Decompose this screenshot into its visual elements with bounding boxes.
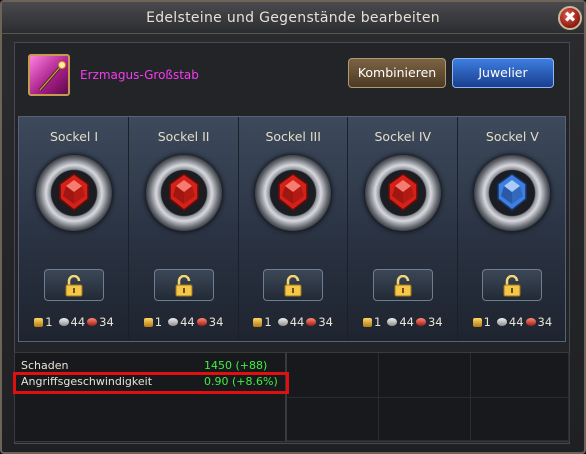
grid-cell (379, 353, 471, 398)
unlock-button[interactable] (44, 269, 104, 301)
ore-count: 44 (180, 315, 195, 329)
socket-label: Sockel IV (374, 129, 432, 144)
ruby-icon (306, 318, 317, 326)
cost-row: 1 44 34 (348, 313, 458, 331)
item-row: Erzmagus-Großstab Kombinieren Juwelier (14, 44, 570, 106)
coin-icon (34, 317, 44, 327)
ore-icon (58, 318, 69, 326)
grid-cell (471, 398, 569, 441)
ore-icon (168, 318, 179, 326)
unlock-icon (394, 275, 412, 297)
cost-row: 1 44 34 (19, 313, 129, 331)
ore-count: 44 (289, 315, 305, 329)
ruby-count: 34 (537, 315, 553, 329)
ore-count: 44 (508, 315, 524, 329)
socket-4: Sockel IV 1 44 34 (348, 117, 458, 341)
close-button[interactable]: ✖ (558, 6, 582, 30)
unlock-button[interactable] (482, 269, 543, 301)
ruby-icon (525, 318, 536, 326)
coin-icon (253, 317, 263, 327)
socket-label: Sockel I (49, 129, 99, 144)
ruby-count: 34 (318, 315, 333, 329)
coin-icon (472, 317, 482, 327)
ore-count: 44 (70, 315, 86, 329)
gem-icon (278, 173, 308, 211)
unlock-button[interactable] (372, 269, 433, 301)
stat-value: 1450 (+88) (204, 359, 268, 372)
unlock-icon (284, 275, 302, 297)
ruby-icon (196, 318, 207, 326)
highlight-box (13, 372, 289, 394)
gem-icon (497, 173, 528, 211)
ore-icon (387, 318, 398, 326)
ruby-count: 34 (99, 315, 114, 329)
staff-icon[interactable] (28, 54, 70, 96)
grid-cell (379, 398, 471, 441)
coin-count: 1 (45, 315, 53, 329)
socket-slot[interactable] (36, 155, 112, 231)
coin-icon (143, 317, 153, 327)
ore-icon (496, 318, 507, 326)
ruby-count: 34 (427, 315, 443, 329)
ruby-icon (415, 318, 426, 326)
unlock-icon (503, 275, 521, 297)
socket-3: Sockel III 1 44 34 (238, 117, 349, 341)
stat-name: Schaden (21, 359, 69, 372)
ruby-icon (87, 318, 98, 326)
socket-label: Sockel III (265, 129, 321, 144)
coin-count: 1 (154, 315, 163, 329)
ore-count: 44 (399, 315, 414, 329)
gem-icon (168, 173, 199, 211)
grid-cell (287, 353, 379, 398)
socket-label: Sockel V (485, 129, 539, 144)
socket-5: Sockel V 1 44 34 (457, 117, 567, 341)
sockets-panel: Sockel I 1 44 34 Sockel II 1 44 34 Sockel III 1 44… (18, 116, 566, 342)
socket-2: Sockel II 1 44 34 (129, 117, 239, 341)
cost-row: 1 44 34 (129, 313, 239, 331)
unlock-icon (175, 275, 193, 297)
gem-icon (388, 173, 418, 211)
window-title: Edelsteine und Gegenstände bearbeiten (2, 2, 584, 34)
cost-row: 1 44 34 (238, 313, 348, 331)
coin-count: 1 (483, 315, 491, 329)
socket-label: Sockel II (157, 129, 210, 144)
grid-cell (287, 398, 379, 441)
socket-slot[interactable] (145, 155, 222, 231)
kombinieren-button[interactable]: Kombinieren (348, 58, 446, 88)
unlock-icon (65, 275, 83, 297)
coin-count: 1 (264, 315, 272, 329)
ore-icon (277, 318, 288, 326)
unlock-button[interactable] (263, 269, 324, 301)
socket-slot[interactable] (474, 155, 551, 231)
unlock-button[interactable] (153, 269, 214, 301)
empty-stats-grid (286, 352, 570, 442)
socket-slot[interactable] (364, 155, 441, 231)
coin-count: 1 (373, 315, 382, 329)
ruby-count: 34 (208, 315, 224, 329)
grid-cell (471, 353, 569, 398)
stats-panel: Schaden 1450 (+88) Angriffsgeschwindigke… (14, 352, 286, 442)
item-name: Erzmagus-Großstab (80, 68, 199, 82)
coin-icon (362, 317, 372, 327)
socket-slot[interactable] (255, 155, 332, 231)
socket-1: Sockel I 1 44 34 (19, 117, 129, 341)
juwelier-button[interactable]: Juwelier (452, 58, 554, 88)
gem-icon (59, 173, 89, 211)
cost-row: 1 44 34 (457, 313, 567, 331)
